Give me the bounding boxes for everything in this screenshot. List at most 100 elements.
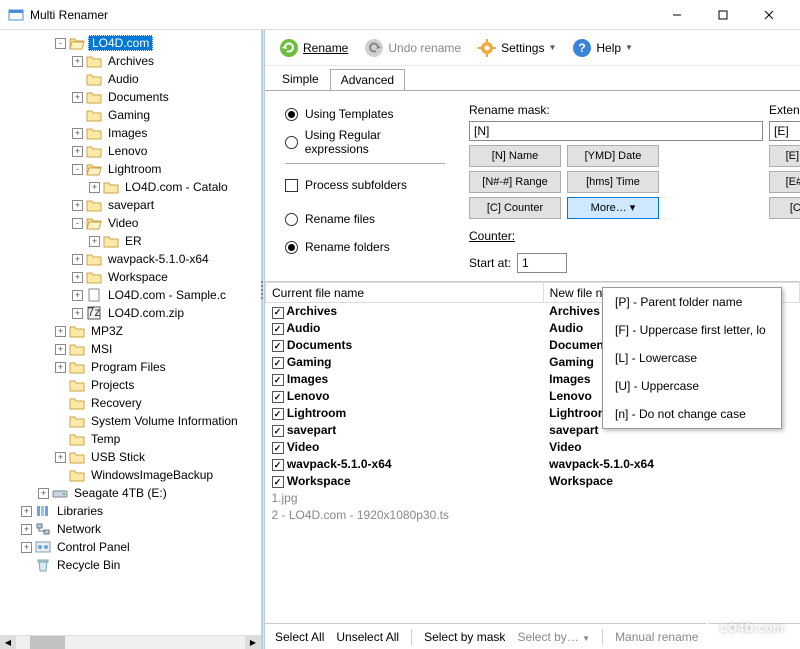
expand-icon[interactable]: +: [21, 524, 32, 535]
collapse-icon[interactable]: -: [72, 164, 83, 175]
more-menu-item[interactable]: [U] - Uppercase: [603, 372, 781, 400]
expand-icon[interactable]: +: [72, 128, 83, 139]
tree-item[interactable]: +MSI: [0, 340, 261, 358]
expand-icon[interactable]: +: [55, 326, 66, 337]
select-all-button[interactable]: Select All: [275, 630, 324, 644]
btn-e-extension[interactable]: [E] Extension: [769, 145, 800, 167]
btn-c-counter-ext[interactable]: [C] Counter: [769, 197, 800, 219]
tree-item[interactable]: +Program Files: [0, 358, 261, 376]
tree-item[interactable]: Temp: [0, 430, 261, 448]
unselect-all-button[interactable]: Unselect All: [336, 630, 399, 644]
btn-ymd-date[interactable]: [YMD] Date: [567, 145, 659, 167]
tree-item[interactable]: +7zLO4D.com.zip: [0, 304, 261, 322]
tree-h-scrollbar[interactable]: ◀ ▶: [0, 635, 261, 649]
expand-icon[interactable]: +: [72, 290, 83, 301]
settings-button[interactable]: Settings ▼: [471, 35, 562, 61]
manual-rename-button[interactable]: Manual rename: [615, 630, 698, 644]
tree-item[interactable]: -Video: [0, 214, 261, 232]
rename-mask-input[interactable]: [469, 121, 763, 141]
select-by-mask-button[interactable]: Select by mask: [424, 630, 505, 644]
rename-button[interactable]: Rename: [273, 35, 354, 61]
checkbox-icon[interactable]: ✓: [272, 476, 284, 488]
expand-icon[interactable]: +: [89, 182, 100, 193]
radio-rename-files[interactable]: Rename files: [285, 208, 445, 230]
checkbox-process-subfolders[interactable]: Process subfolders: [285, 174, 445, 196]
tree-item[interactable]: +Images: [0, 124, 261, 142]
tree-item[interactable]: +Control Panel: [0, 538, 261, 556]
expand-icon[interactable]: +: [21, 506, 32, 517]
splitter-grip-icon[interactable]: [258, 270, 266, 310]
radio-using-templates[interactable]: Using Templates: [285, 103, 445, 125]
table-row[interactable]: ✓ WorkspaceWorkspace: [266, 473, 800, 490]
expand-icon[interactable]: +: [72, 92, 83, 103]
expand-icon[interactable]: +: [72, 308, 83, 319]
tree-item[interactable]: Projects: [0, 376, 261, 394]
tree-item[interactable]: -Lightroom: [0, 160, 261, 178]
radio-using-regex[interactable]: Using Regular expressions: [285, 131, 445, 153]
expand-icon[interactable]: +: [72, 272, 83, 283]
expand-icon[interactable]: +: [38, 488, 49, 499]
checkbox-icon[interactable]: ✓: [272, 323, 284, 335]
tree-item[interactable]: +savepart: [0, 196, 261, 214]
checkbox-icon[interactable]: ✓: [272, 357, 284, 369]
maximize-button[interactable]: [700, 0, 746, 30]
tree-item[interactable]: +Documents: [0, 88, 261, 106]
select-by-button[interactable]: Select by… ▼: [517, 630, 590, 644]
tree-item[interactable]: -LO4D.com: [0, 34, 261, 52]
tree-item[interactable]: +LO4D.com - Catalo: [0, 178, 261, 196]
checkbox-icon[interactable]: ✓: [272, 340, 284, 352]
col-current[interactable]: Current file name: [266, 283, 544, 303]
undo-rename-button[interactable]: Undo rename: [358, 35, 467, 61]
tree-item[interactable]: +Archives: [0, 52, 261, 70]
more-menu-item[interactable]: [n] - Do not change case: [603, 400, 781, 428]
more-menu-item[interactable]: [F] - Uppercase first letter, lo: [603, 316, 781, 344]
tree-item[interactable]: +USB Stick: [0, 448, 261, 466]
tree-item[interactable]: WindowsImageBackup: [0, 466, 261, 484]
tree-item[interactable]: +Seagate 4TB (E:): [0, 484, 261, 502]
expand-icon[interactable]: +: [72, 146, 83, 157]
tree-item[interactable]: +Lenovo: [0, 142, 261, 160]
expand-icon[interactable]: +: [72, 56, 83, 67]
more-menu-item[interactable]: [P] - Parent folder name: [603, 288, 781, 316]
expand-icon[interactable]: +: [21, 542, 32, 553]
checkbox-icon[interactable]: ✓: [272, 408, 284, 420]
tree-item[interactable]: System Volume Information: [0, 412, 261, 430]
tree-item[interactable]: +MP3Z: [0, 322, 261, 340]
close-button[interactable]: [746, 0, 792, 30]
tree-item[interactable]: +wavpack-5.1.0-x64: [0, 250, 261, 268]
folder-tree[interactable]: -LO4D.com+ArchivesAudio+DocumentsGaming+…: [0, 30, 261, 635]
expand-icon[interactable]: +: [72, 254, 83, 265]
tree-item[interactable]: +LO4D.com - Sample.c: [0, 286, 261, 304]
btn-n-name[interactable]: [N] Name: [469, 145, 561, 167]
btn-more[interactable]: More… ▾: [567, 197, 659, 219]
tree-item[interactable]: +Workspace: [0, 268, 261, 286]
expand-icon[interactable]: +: [72, 200, 83, 211]
expand-icon[interactable]: +: [55, 344, 66, 355]
checkbox-icon[interactable]: ✓: [272, 459, 284, 471]
tree-item[interactable]: +ER: [0, 232, 261, 250]
expand-icon[interactable]: +: [55, 452, 66, 463]
collapse-icon[interactable]: -: [72, 218, 83, 229]
checkbox-icon[interactable]: ✓: [272, 391, 284, 403]
expand-icon[interactable]: +: [89, 236, 100, 247]
tree-item[interactable]: +Network: [0, 520, 261, 538]
tree-item[interactable]: Recycle Bin: [0, 556, 261, 574]
tree-item[interactable]: Gaming: [0, 106, 261, 124]
checkbox-icon[interactable]: ✓: [272, 442, 284, 454]
start-at-input[interactable]: [517, 253, 567, 273]
checkbox-icon[interactable]: ✓: [272, 425, 284, 437]
table-row[interactable]: ✓ wavpack-5.1.0-x64wavpack-5.1.0-x64: [266, 456, 800, 473]
help-button[interactable]: ? Help ▼: [566, 35, 639, 61]
more-menu-item[interactable]: [L] - Lowercase: [603, 344, 781, 372]
btn-c-counter[interactable]: [C] Counter: [469, 197, 561, 219]
table-row[interactable]: ✓ VideoVideo: [266, 439, 800, 456]
tree-item[interactable]: +Libraries: [0, 502, 261, 520]
tab-advanced[interactable]: Advanced: [330, 69, 405, 91]
collapse-icon[interactable]: -: [55, 38, 66, 49]
extension-input[interactable]: [769, 121, 800, 141]
checkbox-icon[interactable]: ✓: [272, 374, 284, 386]
tree-item[interactable]: Audio: [0, 70, 261, 88]
btn-hms-time[interactable]: [hms] Time: [567, 171, 659, 193]
tab-simple[interactable]: Simple: [271, 68, 330, 90]
btn-n-range[interactable]: [N#-#] Range: [469, 171, 561, 193]
